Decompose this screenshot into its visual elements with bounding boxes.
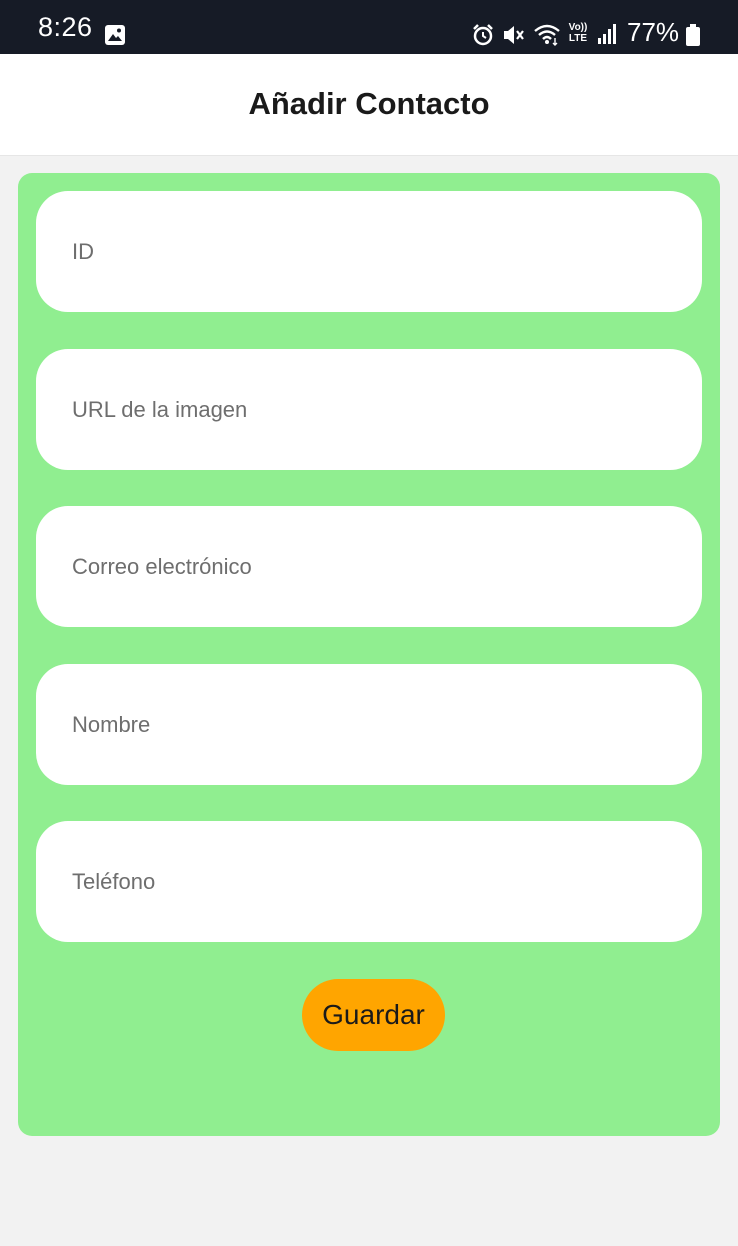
- app-bar: Añadir Contacto: [0, 54, 738, 156]
- status-bar: 8:26 Vo)) LTE 77%: [0, 0, 738, 54]
- mute-icon: [502, 23, 526, 52]
- status-time: 8:26: [38, 12, 93, 42]
- page-title: Añadir Contacto: [248, 85, 490, 121]
- save-button[interactable]: Guardar: [302, 979, 445, 1051]
- id-input[interactable]: [36, 191, 702, 312]
- image-url-input[interactable]: [36, 349, 702, 470]
- battery-percentage: 77%: [627, 17, 680, 47]
- contact-form: Guardar: [18, 173, 720, 1136]
- battery-icon: [686, 24, 700, 51]
- alarm-icon: [471, 23, 495, 52]
- name-input[interactable]: [36, 664, 702, 785]
- email-input[interactable]: [36, 506, 702, 627]
- volte-icon: Vo)) LTE: [568, 22, 588, 44]
- gallery-icon: [104, 24, 126, 51]
- wifi-icon: [533, 22, 561, 51]
- phone-input[interactable]: [36, 821, 702, 942]
- signal-icon: [597, 24, 617, 49]
